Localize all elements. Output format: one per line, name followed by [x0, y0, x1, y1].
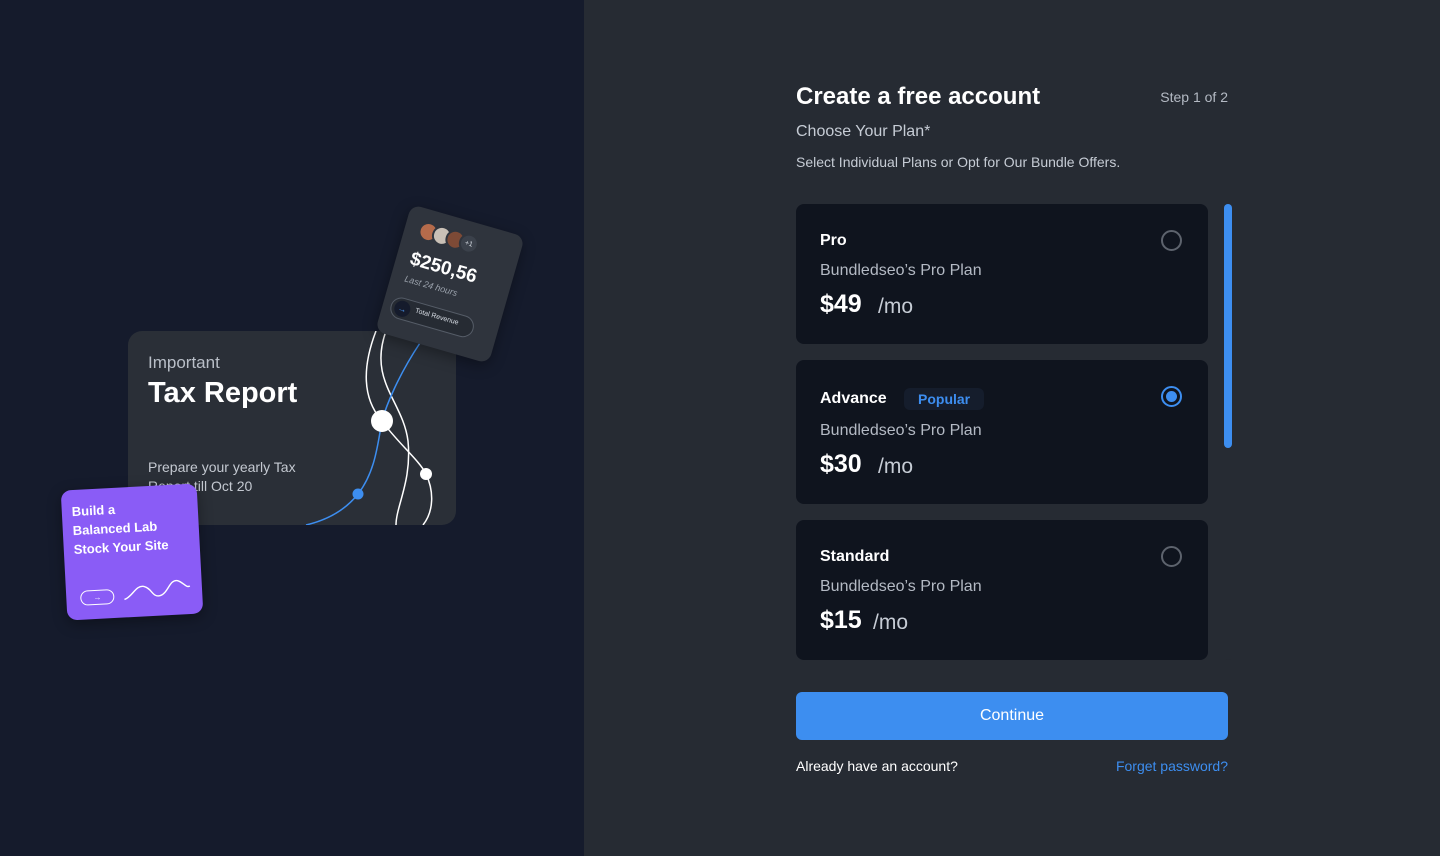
plans-scrollbar-thumb[interactable] [1224, 204, 1232, 448]
plan-period: /mo [878, 295, 914, 318]
plan-name: Pro [820, 232, 847, 249]
plan-price: $49 [820, 290, 862, 318]
radio-selected-dot [1166, 391, 1177, 402]
page-title: Create a free account [796, 83, 1041, 110]
plan-subheading: Select Individual Plans or Opt for Our B… [796, 154, 1121, 170]
plan-name: Advance [820, 390, 887, 407]
tax-card-kicker: Important [148, 353, 220, 372]
plan-name: Standard [820, 548, 890, 565]
promo-card: Build a Balanced Lab Stock Your Site → [60, 483, 204, 621]
total-revenue-label: Total Revenue [414, 307, 460, 327]
plan-card-standard[interactable]: Standard Bundledseo’s Pro Plan $15 /mo [796, 520, 1208, 660]
plan-period: /mo [878, 455, 914, 478]
arrow-right-icon: → [79, 588, 115, 606]
wave-line-icon [124, 579, 191, 601]
arrow-right-icon: → [392, 298, 413, 319]
plan-card-advance[interactable]: Advance Popular Bundledseo’s Pro Plan $3… [796, 360, 1208, 504]
popular-badge: Popular [904, 388, 985, 410]
curve-node-large [371, 410, 393, 432]
curve-node-blue [352, 488, 364, 500]
plan-description: Bundledseo’s Pro Plan [820, 578, 982, 595]
plan-radio-advance[interactable] [1161, 386, 1182, 407]
illustration-panel: Important Tax Report Prepare your yearly… [0, 0, 584, 856]
plan-description: Bundledseo’s Pro Plan [820, 262, 982, 279]
curve-node-small [420, 468, 432, 480]
step-indicator: Step 1 of 2 [1160, 89, 1228, 105]
avatar-group: +1 [416, 219, 482, 257]
plan-heading: Choose Your Plan* [796, 123, 931, 140]
plan-card-pro[interactable]: Pro Bundledseo’s Pro Plan $49 /mo [796, 204, 1208, 344]
login-prompt: Already have an account? [796, 758, 958, 774]
plan-price: $30 [820, 450, 862, 478]
plan-period: /mo [873, 611, 909, 634]
plan-description: Bundledseo’s Pro Plan [820, 422, 982, 439]
plan-radio-pro[interactable] [1161, 230, 1182, 251]
forgot-password-link[interactable]: Forget password? [1116, 758, 1228, 774]
plans-scrollbar[interactable] [1224, 204, 1232, 660]
total-revenue-pill: → Total Revenue [387, 294, 477, 340]
continue-button[interactable]: Continue [796, 692, 1228, 740]
tax-card-title: Tax Report [148, 377, 298, 409]
promo-text: Build a Balanced Lab Stock Your Site [71, 501, 169, 558]
plan-radio-standard[interactable] [1161, 546, 1182, 567]
plan-price: $15 [820, 606, 862, 634]
